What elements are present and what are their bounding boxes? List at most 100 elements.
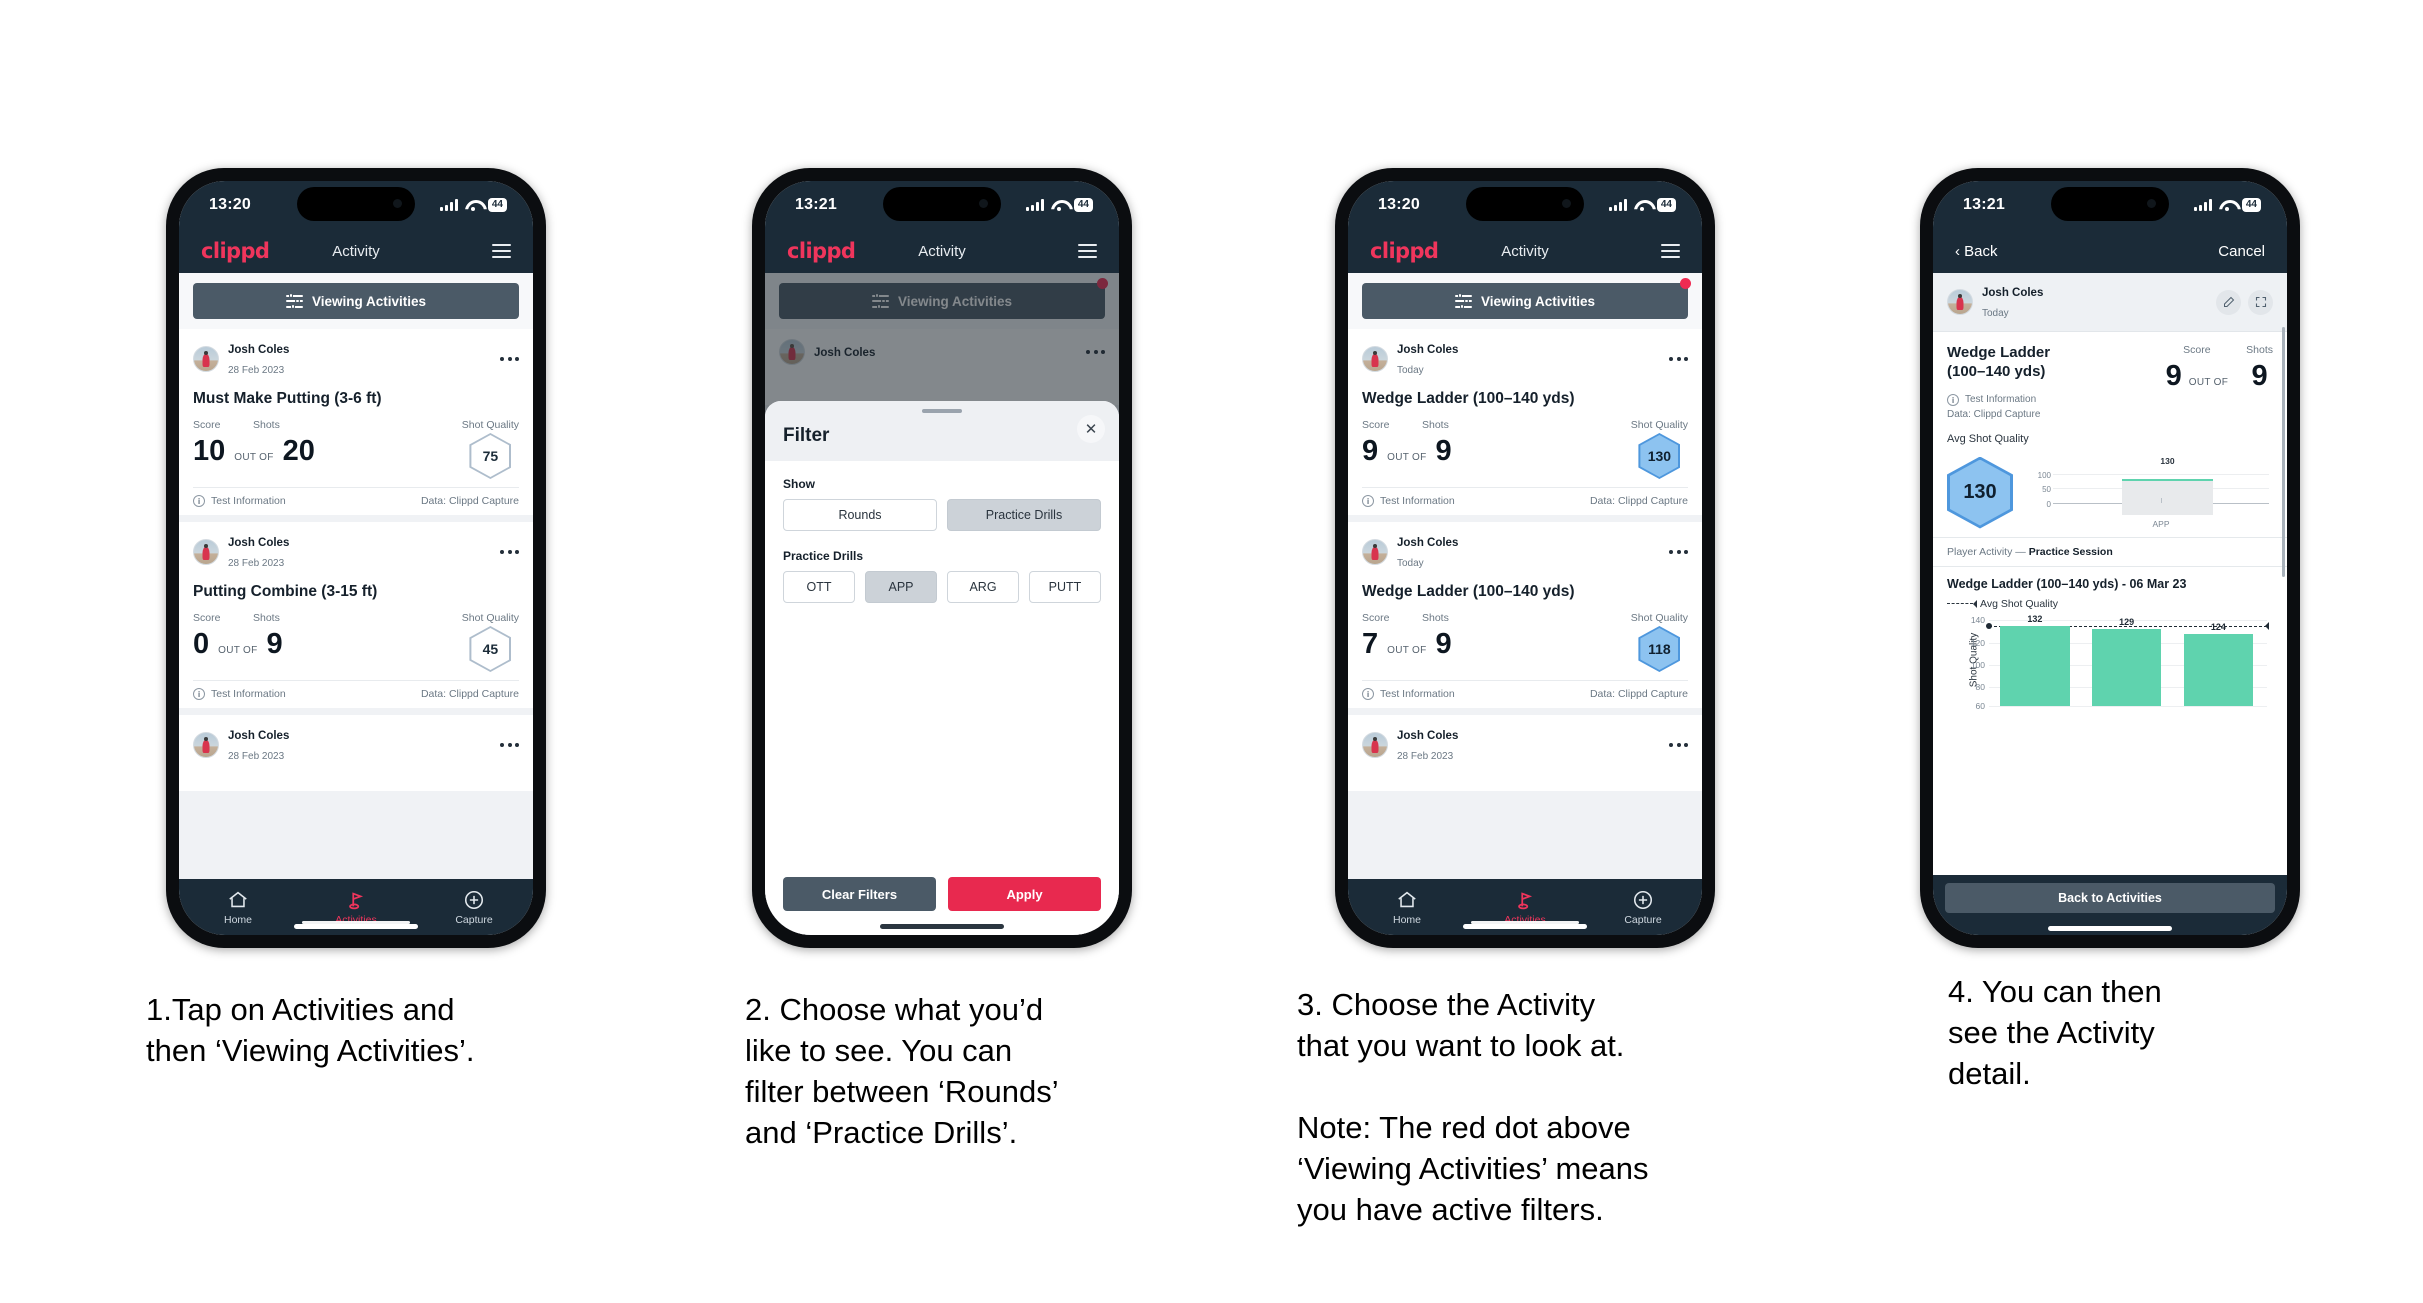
user-name: Josh Coles: [1397, 344, 1459, 356]
active-filters-dot: [1680, 278, 1691, 289]
back-button[interactable]: ‹ Back: [1955, 243, 1998, 260]
hamburger-menu-icon[interactable]: [1078, 244, 1097, 258]
phone-3-screen: 13:20 44 clippd Activity Viewing Activit…: [1348, 181, 1702, 935]
filter-sheet-header: Filter ✕: [765, 401, 1119, 461]
shot-quality-bar-chart: Shot Quality 140 120 100 80 60 132 129 1…: [1947, 614, 2273, 711]
card-header: Josh Coles Today: [1362, 532, 1688, 572]
bar[interactable]: [2000, 625, 2070, 706]
activity-card[interactable]: Josh Coles 28 Feb 2023: [179, 715, 533, 791]
filter-chip-app[interactable]: APP: [865, 571, 937, 603]
avatar: [1947, 289, 1973, 315]
pencil-icon[interactable]: [2216, 289, 2241, 315]
cards-container: Josh Coles 28 Feb 2023 Must Make Putting…: [179, 329, 533, 791]
filter-chip-arg[interactable]: ARG: [947, 571, 1019, 603]
clippd-logo: clippd: [787, 239, 856, 263]
filter-sliders-icon: [1454, 293, 1472, 309]
more-options-icon[interactable]: [500, 550, 519, 554]
shot-quality-hex: 130: [1638, 433, 1681, 479]
card-user: Josh Coles Today: [1397, 339, 1458, 379]
shot-quality-value: 130: [1640, 435, 1679, 477]
card-footer: i Test Information Data: Clippd Capture: [1362, 680, 1688, 708]
caption-step-2: 2. Choose what you’d like to see. You ca…: [745, 992, 1059, 1150]
apply-button[interactable]: Apply: [948, 877, 1101, 911]
shot-quality-value: 75: [471, 435, 510, 477]
viewing-activities-button[interactable]: Viewing Activities: [193, 283, 519, 319]
activity-card[interactable]: Josh Coles Today Wedge Ladder (100–140 y…: [1348, 522, 1702, 708]
user-name: Josh Coles: [228, 537, 290, 549]
practice-drills-group-label: Practice Drills: [783, 549, 864, 563]
back-to-activities-button[interactable]: Back to Activities: [1945, 883, 2275, 913]
shots-column: Shots: [253, 419, 280, 433]
user-name: Josh Coles: [228, 344, 290, 356]
expand-icon[interactable]: [2248, 289, 2273, 315]
tab-home[interactable]: Home: [179, 889, 297, 926]
scrollbar[interactable]: [2282, 327, 2285, 577]
app-header: clippd Activity: [1348, 229, 1702, 273]
more-options-icon[interactable]: [500, 743, 519, 747]
score-label: Score: [2183, 344, 2211, 356]
card-footer: i Test Information Data: Clippd Capture: [1362, 487, 1688, 515]
tab-capture[interactable]: Capture: [1584, 889, 1702, 926]
tab-home[interactable]: Home: [1348, 889, 1466, 926]
more-options-icon[interactable]: [1669, 357, 1688, 361]
plus-circle-icon: [1584, 889, 1702, 911]
activity-date: 28 Feb 2023: [228, 558, 285, 569]
clear-filters-button[interactable]: Clear Filters: [783, 877, 936, 911]
score-value: 9: [1362, 435, 1379, 467]
card-header: Josh Coles 28 Feb 2023: [193, 725, 519, 765]
score-values: 7 OUT OF 9: [1362, 630, 1452, 659]
filter-chip-putt[interactable]: PUTT: [1029, 571, 1101, 603]
tab-capture[interactable]: Capture: [415, 889, 533, 926]
score-label: Score: [1362, 419, 1390, 431]
detail-test-information[interactable]: i Test Information: [1947, 393, 2087, 406]
filter-sheet-body: Show Rounds Practice Drills Practice Dri…: [765, 461, 1119, 877]
avg-quality-row: 130 100 50 0 130 APP: [1947, 456, 2273, 529]
cancel-button[interactable]: Cancel: [2218, 243, 2265, 260]
tab-activities[interactable]: Activities: [1466, 889, 1584, 926]
activity-list-behind-sheet: Viewing Activities Josh Coles: [765, 273, 1119, 935]
more-options-icon[interactable]: [500, 357, 519, 361]
test-information-label[interactable]: Test Information: [1380, 495, 1455, 507]
info-icon: i: [1947, 393, 1959, 406]
activity-card[interactable]: Josh Coles 28 Feb 2023 Must Make Putting…: [179, 329, 533, 515]
filter-chip-ott[interactable]: OTT: [783, 571, 855, 603]
avatar: [193, 539, 219, 565]
viewing-activities-label: Viewing Activities: [311, 293, 427, 309]
avatar: [1362, 539, 1388, 565]
hamburger-menu-icon[interactable]: [1661, 244, 1680, 258]
more-options-icon[interactable]: [1669, 550, 1688, 554]
filter-chip-practice-drills[interactable]: Practice Drills: [947, 499, 1101, 531]
bar[interactable]: [2183, 633, 2254, 706]
tab-capture-label: Capture: [455, 913, 493, 926]
status-indicators: 44: [1025, 198, 1093, 212]
quality-column: Shot Quality 118: [1631, 612, 1688, 672]
activity-card[interactable]: Josh Coles 28 Feb 2023 Putting Combine (…: [179, 522, 533, 708]
card-metrics: Score Shots Shot Quality 130 9 OUT OF 9: [1362, 419, 1688, 485]
info-icon: i: [193, 688, 205, 700]
shot-quality-chart-card: Wedge Ladder (100–140 yds) - 06 Mar 23 A…: [1933, 566, 2287, 711]
summary-chart-xlabel: APP: [2152, 518, 2170, 529]
activity-title: Must Make Putting (3-6 ft): [193, 390, 382, 407]
hamburger-menu-icon[interactable]: [492, 244, 511, 258]
filter-chip-rounds[interactable]: Rounds: [783, 499, 937, 531]
phone-1: 13:20 44 clippd Activity Viewing Activit…: [166, 168, 546, 948]
status-time: 13:20: [209, 196, 251, 213]
activity-card[interactable]: Josh Coles 28 Feb 2023: [1348, 715, 1702, 791]
shots-label: Shots: [253, 612, 280, 624]
test-information-label[interactable]: Test Information: [1380, 688, 1455, 700]
test-information-label[interactable]: Test Information: [211, 495, 286, 507]
test-information-label[interactable]: Test Information: [211, 688, 286, 700]
caption-step-4: 4. You can then see the Activity detail.: [1948, 974, 2162, 1091]
tab-activities[interactable]: Activities: [297, 889, 415, 926]
dynamic-island: [883, 187, 1001, 221]
drag-handle[interactable]: [922, 409, 962, 413]
activity-detail: Josh Coles Today Wedge Ladder (100–140 y…: [1933, 273, 2287, 875]
activity-card[interactable]: Josh Coles Today Wedge Ladder (100–140 y…: [1348, 329, 1702, 515]
app-header: clippd Activity: [179, 229, 533, 273]
bar[interactable]: [2091, 628, 2162, 706]
card-metrics: Score Shots Shot Quality 45 0 OUT OF 9: [193, 612, 519, 678]
out-of-label: OUT OF: [2188, 377, 2229, 388]
viewing-activities-button[interactable]: Viewing Activities: [1362, 283, 1688, 319]
more-options-icon[interactable]: [1669, 743, 1688, 747]
close-icon[interactable]: ✕: [1077, 415, 1105, 443]
